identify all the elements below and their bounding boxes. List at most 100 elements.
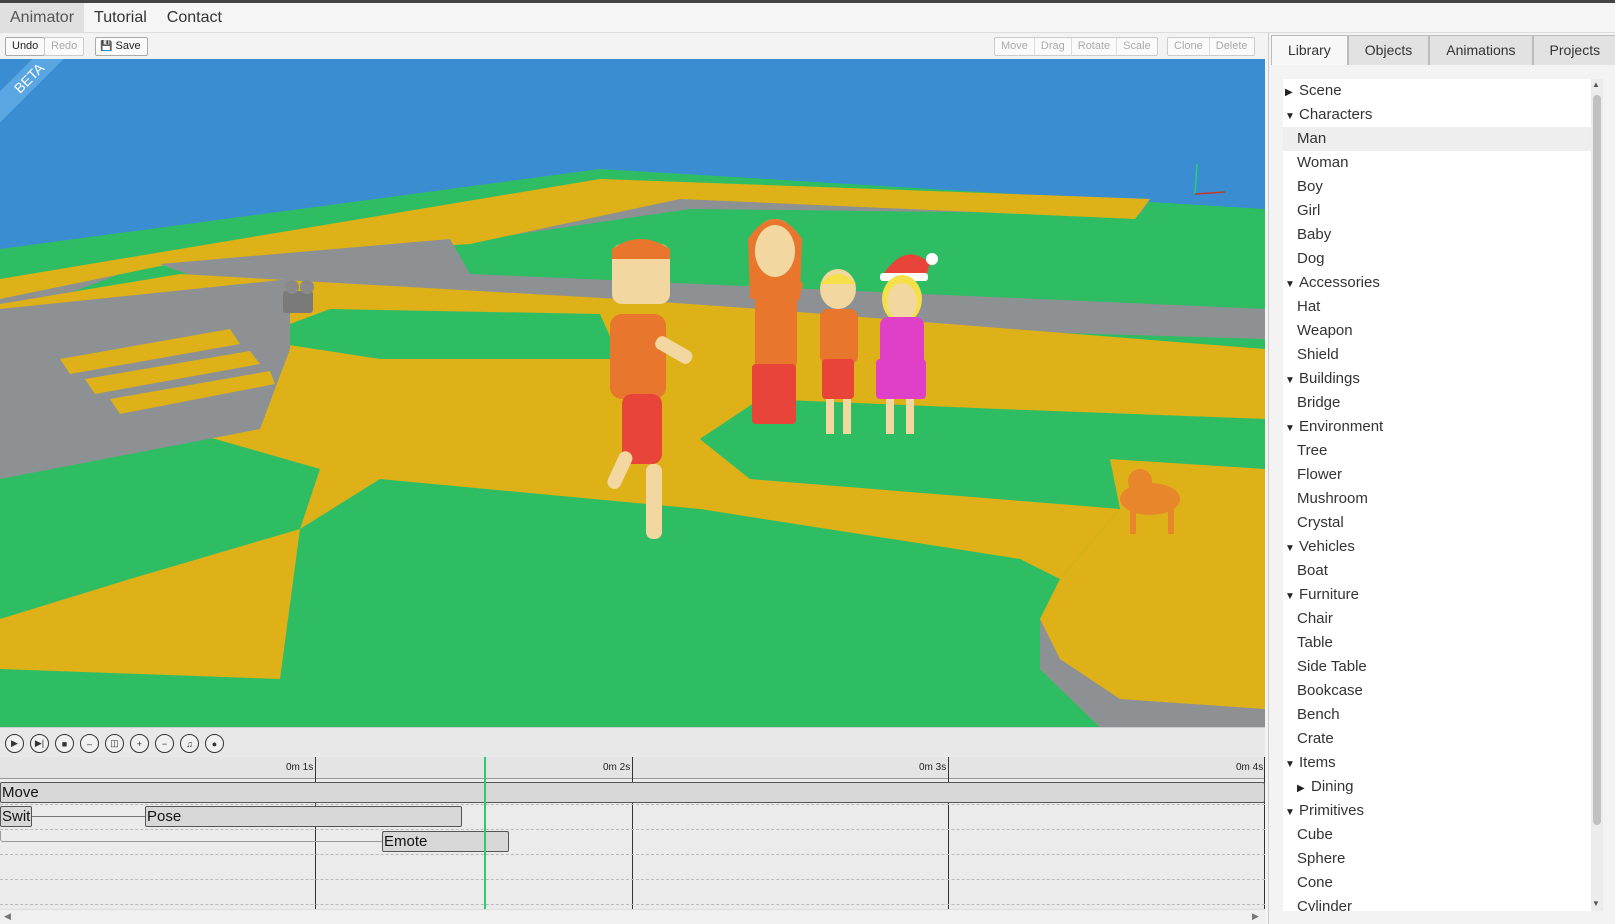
edit-tools: Clone Delete (1167, 37, 1255, 56)
panel-tabs: Library Objects Animations Projects (1269, 33, 1615, 65)
library-item-baby[interactable]: Baby (1283, 223, 1601, 247)
caret-down-icon[interactable]: ▼ (1285, 753, 1299, 777)
clone-button[interactable]: Clone (1168, 38, 1210, 55)
library-category-furniture[interactable]: ▼ Furniture (1283, 583, 1601, 607)
library-item-cylinder[interactable]: Cylinder (1283, 895, 1601, 911)
save-icon: 💾 (100, 41, 113, 52)
library-item-label: Cylinder (1297, 898, 1353, 911)
library-category-items[interactable]: ▼ Items (1283, 751, 1601, 775)
save-button[interactable]: 💾 Save (95, 37, 148, 56)
tab-library[interactable]: Library (1271, 35, 1348, 65)
library-item-flower[interactable]: Flower (1283, 463, 1601, 487)
library-item-bench[interactable]: Bench (1283, 703, 1601, 727)
timeline-scrollbar[interactable]: ◀ ▶ (0, 909, 1265, 924)
caret-down-icon[interactable]: ▼ (1285, 369, 1299, 393)
tab-projects[interactable]: Projects (1532, 35, 1615, 65)
library-item-crate[interactable]: Crate (1283, 727, 1601, 751)
zoom-in-icon[interactable]: + (130, 734, 149, 753)
playback-controls: ▶ ▶| ■ – ◫ + − ♫ ● (0, 727, 1265, 757)
library-item-label: Man (1297, 130, 1327, 147)
library-item-label: Girl (1297, 202, 1321, 219)
menu-animator[interactable]: Animator (0, 3, 85, 32)
library-item-side-table[interactable]: Side Table (1283, 655, 1601, 679)
library-item-bookcase[interactable]: Bookcase (1283, 679, 1601, 703)
caret-down-icon[interactable]: ▼ (1285, 801, 1299, 825)
library-item-label: Baby (1297, 226, 1332, 243)
timeline[interactable]: 0m 1s 0m 2s 0m 3s 0m 4s Move Swit Pose E… (0, 757, 1265, 909)
library-category-vehicles[interactable]: ▼ Vehicles (1283, 535, 1601, 559)
3d-viewport[interactable]: BETA (0, 59, 1265, 727)
trash-icon[interactable]: ◫ (105, 734, 124, 753)
library-item-chair[interactable]: Chair (1283, 607, 1601, 631)
library-item-label: Crystal (1297, 514, 1344, 531)
play-icon[interactable]: ▶ (5, 734, 24, 753)
library-item-woman[interactable]: Woman (1283, 151, 1601, 175)
zoom-out-icon[interactable]: − (155, 734, 174, 753)
library-item-man[interactable]: Man (1283, 127, 1601, 151)
scroll-thumb[interactable] (1593, 95, 1601, 825)
drag-tool[interactable]: Drag (1035, 38, 1072, 55)
library-item-boy[interactable]: Boy (1283, 175, 1601, 199)
scale-tool[interactable]: Scale (1117, 38, 1157, 55)
step-icon[interactable]: ▶| (30, 734, 49, 753)
caret-down-icon[interactable]: ▼ (1285, 105, 1299, 129)
library-category-scene[interactable]: ▶ Scene (1283, 79, 1601, 103)
library-scrollbar[interactable]: ▲ ▼ (1591, 79, 1603, 911)
scroll-right-icon[interactable]: ▶ (1252, 911, 1259, 922)
library-category-accessories[interactable]: ▼ Accessories (1283, 271, 1601, 295)
library-item-girl[interactable]: Girl (1283, 199, 1601, 223)
library-item-table[interactable]: Table (1283, 631, 1601, 655)
caret-right-icon[interactable]: ▶ (1285, 81, 1299, 105)
playhead[interactable] (484, 757, 486, 909)
library-item-shield[interactable]: Shield (1283, 343, 1601, 367)
library-item-crystal[interactable]: Crystal (1283, 511, 1601, 535)
library-item-cone[interactable]: Cone (1283, 871, 1601, 895)
library-item-label: Boy (1297, 178, 1323, 195)
stop-icon[interactable]: ■ (55, 734, 74, 753)
clip-connector (30, 816, 146, 817)
clip-move[interactable]: Move (0, 782, 1265, 803)
caret-down-icon[interactable]: ▼ (1285, 417, 1299, 441)
library-item-bridge[interactable]: Bridge (1283, 391, 1601, 415)
library-item-weapon[interactable]: Weapon (1283, 319, 1601, 343)
scroll-down-icon[interactable]: ▼ (1592, 899, 1600, 908)
library-category-environment[interactable]: ▼ Environment (1283, 415, 1601, 439)
library-item-label: Characters (1299, 106, 1373, 123)
caret-down-icon[interactable]: ▼ (1285, 585, 1299, 609)
track-row (0, 855, 1265, 880)
menu-contact[interactable]: Contact (157, 3, 232, 32)
move-tool[interactable]: Move (995, 38, 1035, 55)
menu-tutorial[interactable]: Tutorial (84, 3, 157, 32)
delete-button[interactable]: Delete (1210, 38, 1254, 55)
caret-down-icon[interactable]: ▼ (1285, 537, 1299, 561)
library-category-primitives[interactable]: ▼ Primitives (1283, 799, 1601, 823)
library-item-hat[interactable]: Hat (1283, 295, 1601, 319)
camera-icon[interactable]: ● (205, 734, 224, 753)
library-item-boat[interactable]: Boat (1283, 559, 1601, 583)
caret-right-icon[interactable]: ▶ (1297, 777, 1311, 801)
library-category-characters[interactable]: ▼ Characters (1283, 103, 1601, 127)
library-category-buildings[interactable]: ▼ Buildings (1283, 367, 1601, 391)
remove-icon[interactable]: – (80, 734, 99, 753)
redo-button[interactable]: Redo (44, 37, 85, 56)
tab-animations[interactable]: Animations (1429, 35, 1533, 65)
scroll-left-icon[interactable]: ◀ (4, 911, 11, 922)
library-item-cube[interactable]: Cube (1283, 823, 1601, 847)
music-icon[interactable]: ♫ (180, 734, 199, 753)
clip-switch[interactable]: Swit (0, 806, 32, 827)
library-item-label: Vehicles (1299, 538, 1355, 555)
library-item-label: Cube (1297, 826, 1333, 843)
clip-pose[interactable]: Pose (145, 806, 462, 827)
undo-button[interactable]: Undo (5, 37, 46, 56)
library-item-sphere[interactable]: Sphere (1283, 847, 1601, 871)
library-item-tree[interactable]: Tree (1283, 439, 1601, 463)
tab-objects[interactable]: Objects (1347, 35, 1430, 65)
library-item-dog[interactable]: Dog (1283, 247, 1601, 271)
rotate-tool[interactable]: Rotate (1072, 38, 1118, 55)
library-category-dining[interactable]: ▶ Dining (1283, 775, 1601, 799)
scroll-up-icon[interactable]: ▲ (1592, 80, 1600, 89)
clip-emote[interactable]: Emote (382, 831, 509, 852)
caret-down-icon[interactable]: ▼ (1285, 273, 1299, 297)
character-woman (748, 219, 803, 424)
library-item-mushroom[interactable]: Mushroom (1283, 487, 1601, 511)
